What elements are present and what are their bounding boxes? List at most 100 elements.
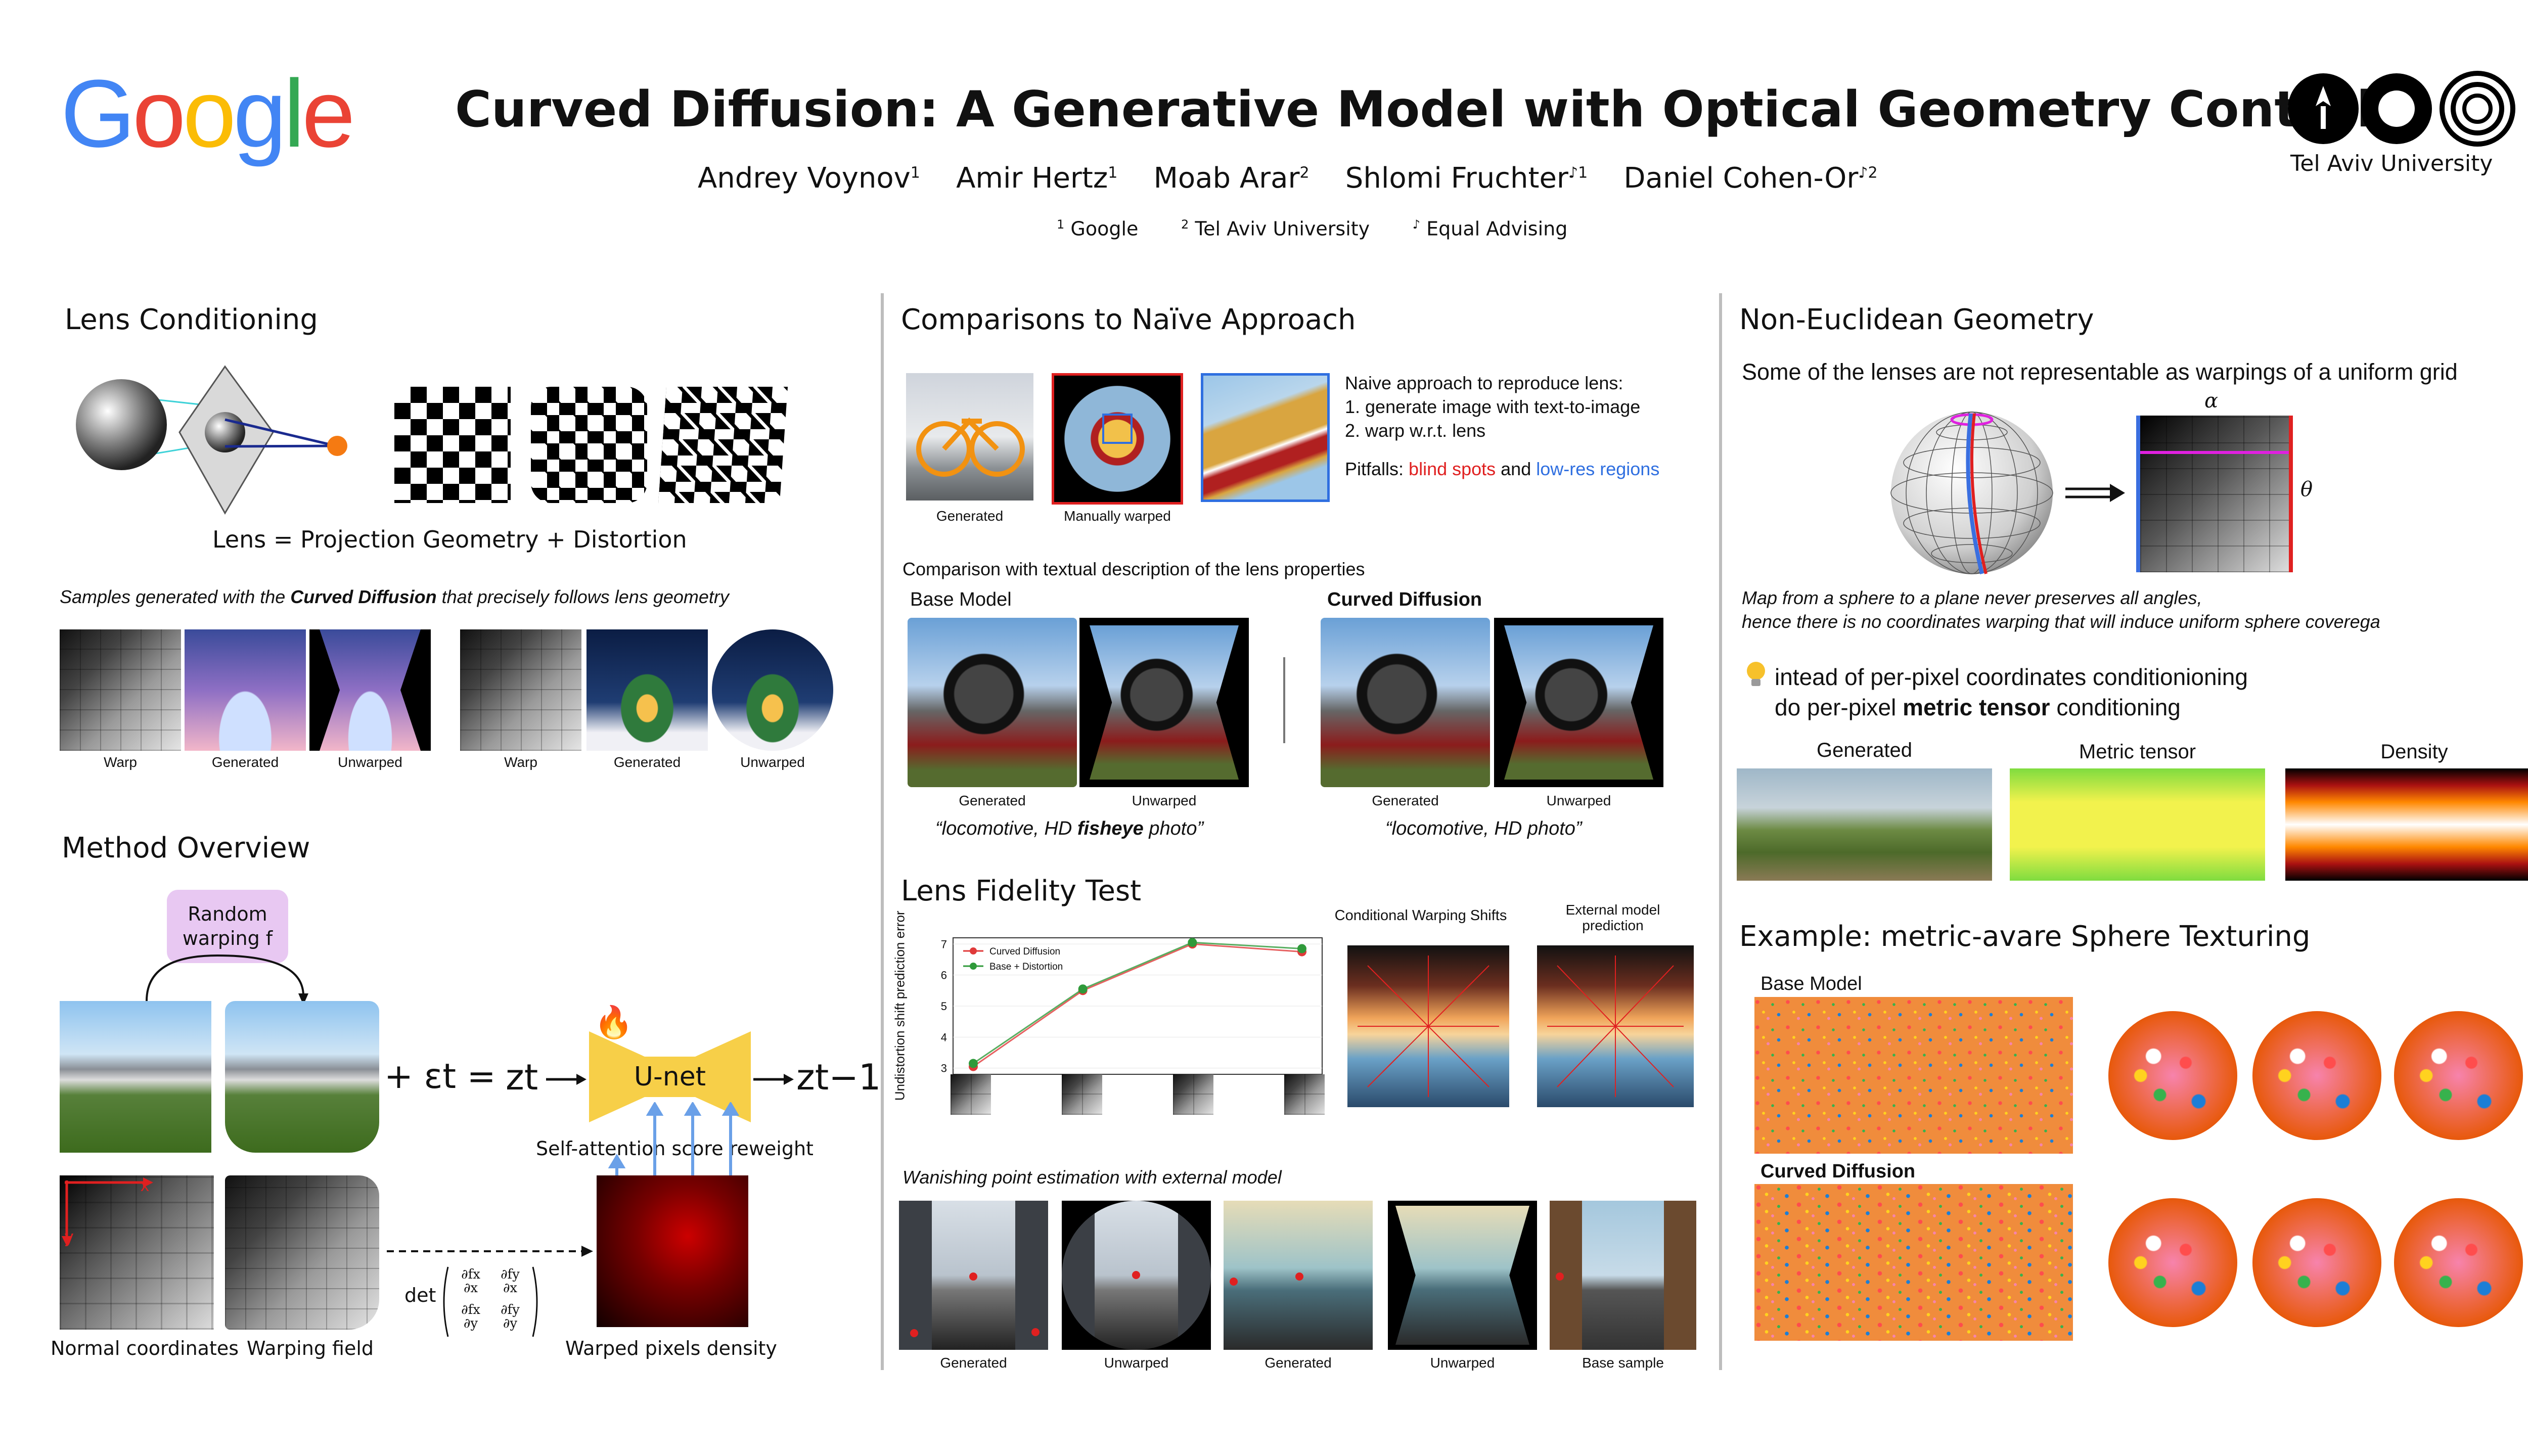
naive-warped-image	[1052, 373, 1183, 505]
naive-label-warped: Manually warped	[1064, 508, 1171, 524]
author-1: Andrey Voynov1	[698, 162, 920, 195]
method-warped-image	[225, 1001, 379, 1153]
prompt-plain: “locomotive, HD photo”	[1385, 818, 1582, 839]
vanishing-label-2: Unwarped	[1104, 1355, 1169, 1371]
vanishing-base-sample	[1550, 1201, 1696, 1350]
panel-label-generated: Generated	[1816, 739, 1913, 761]
base-sphere-3	[2394, 1011, 2523, 1140]
naive-zoom-image	[1201, 373, 1330, 502]
vanishing-unwarped-1	[1062, 1201, 1211, 1350]
lens-conditioning-title: Lens Conditioning	[65, 303, 318, 336]
naive-comparison-title: Comparisons to Naïve Approach	[901, 303, 1356, 336]
theta-label: θ	[2300, 478, 2313, 501]
plus-epsilon: + εt =	[384, 1057, 496, 1097]
sphere-map-note: Map from a sphere to a plane never prese…	[1742, 587, 2380, 632]
chart-legend-label: Base + Distortion	[989, 962, 1063, 972]
chart-ytick-label: 5	[941, 1000, 947, 1013]
textual-comparison-title: Comparison with textual description of t…	[902, 559, 1365, 579]
sample-unwarped-2	[712, 629, 833, 751]
chart-point	[1297, 944, 1306, 953]
sphere-diagram	[1886, 399, 2058, 576]
texturing-curved-label: Curved Diffusion	[1760, 1161, 1916, 1182]
alpha-label: α	[2204, 389, 2219, 413]
dashed-arrow	[387, 1244, 594, 1259]
zt-minus-1-label: zt−1	[796, 1057, 881, 1098]
base-model-label: Base Model	[910, 589, 1012, 610]
tau-label: Tel Aviv University	[2290, 151, 2493, 176]
author-5: Daniel Cohen-Or♪2	[1623, 162, 1878, 195]
column-divider-1	[881, 293, 884, 1370]
checker-image-3	[658, 387, 788, 503]
lens-equation-caption: Lens = Projection Geometry + Distortion	[212, 526, 687, 553]
pair-separator	[1283, 657, 1285, 743]
arrow-to-unet	[546, 1072, 586, 1087]
vanishing-label-3: Generated	[1265, 1355, 1332, 1371]
vanishing-label-4: Unwarped	[1430, 1355, 1495, 1371]
unet-label: U-net	[634, 1062, 706, 1092]
pair-label-1: Generated	[959, 793, 1026, 808]
curved-sphere-2	[2252, 1198, 2381, 1327]
curved-sphere-3	[2394, 1198, 2523, 1327]
sample-warp-2	[460, 629, 581, 751]
sample-generated-1	[185, 629, 306, 751]
chart-point	[969, 1059, 978, 1068]
base-sphere-2	[2252, 1011, 2381, 1140]
panel-generated-image	[1737, 768, 1992, 881]
author-4: Shlomi Fruchter♪1	[1345, 162, 1588, 195]
jacobian-matrix: ∂fx ∂x ∂fy ∂x ∂fx ∂y ∂fy ∂y	[440, 1264, 541, 1340]
axis-x-label: x	[141, 1176, 149, 1195]
sphere-texturing-title: Example: metric-avare Sphere Texturing	[1739, 920, 2311, 953]
chart-x-thumbnails	[951, 1074, 1335, 1117]
warped-density-image	[597, 1175, 748, 1327]
axis-y-label: y	[65, 1227, 73, 1247]
vanishing-point-title: Wanishing point estimation with external…	[902, 1167, 1282, 1188]
arrow-from-unet	[753, 1072, 794, 1087]
vanishing-label-5: Base sample	[1582, 1355, 1664, 1371]
panel-label-density: Density	[2380, 741, 2448, 763]
chart-legend-marker	[970, 947, 977, 954]
chart-ytick-label: 3	[941, 1062, 947, 1075]
warp-arrow	[131, 935, 324, 1006]
sample-label-unwarped-1: Unwarped	[338, 754, 402, 770]
naive-steps: Naive approach to reproduce lens: 1. gen…	[1345, 373, 1660, 480]
sample-label-warp-1: Warp	[104, 754, 137, 770]
pair-label-4: Unwarped	[1546, 793, 1611, 808]
cond-warping-label: Conditional Warping Shifts	[1334, 907, 1507, 924]
author-2: Amir Hertz1	[956, 162, 1118, 195]
vanishing-label-1: Generated	[940, 1355, 1007, 1371]
affiliations-line: 1 Google 2 Tel Aviv University ♪ Equal A…	[1057, 217, 1568, 240]
authors-line: Andrey Voynov1 Amir Hertz1 Moab Arar2 Sh…	[698, 162, 1878, 195]
det-label: det	[404, 1284, 436, 1306]
chart-point	[1188, 938, 1197, 947]
curved-sphere-1	[2108, 1198, 2237, 1327]
naive-label-generated: Generated	[936, 508, 1004, 524]
sample-warp-1	[60, 629, 181, 751]
warping-field-image	[225, 1175, 379, 1330]
lightbulb-icon	[1743, 660, 1769, 690]
base-unwarped-image	[1079, 618, 1249, 787]
author-3: Moab Arar2	[1153, 162, 1310, 195]
base-generated-image	[908, 618, 1077, 787]
sample-label-generated-2: Generated	[613, 754, 681, 770]
samples-caption: Samples generated with the Curved Diffus…	[60, 586, 729, 607]
vanishing-unwarped-2	[1388, 1201, 1537, 1350]
curved-unwarped-image	[1494, 618, 1663, 787]
plane-grid-image	[2136, 416, 2293, 572]
label-warping-field: Warping field	[247, 1337, 374, 1359]
google-logo: Google	[61, 60, 355, 167]
chart-ytick-label: 6	[941, 969, 947, 982]
chart-ytick-label: 7	[941, 938, 947, 950]
texturing-base-image	[1754, 997, 2073, 1154]
panel-density-image	[2285, 768, 2528, 881]
curved-generated-image	[1321, 618, 1490, 787]
texturing-curved-image	[1754, 1184, 2073, 1341]
external-model-label: External model prediction	[1565, 902, 1660, 933]
poster-title: Curved Diffusion: A Generative Model wit…	[455, 81, 2374, 139]
external-model-image	[1537, 945, 1694, 1107]
vanishing-generated-2	[1224, 1201, 1373, 1350]
zt-label: zt	[506, 1057, 538, 1098]
checker-image-1	[394, 387, 511, 503]
method-input-image	[60, 1001, 211, 1153]
label-warped-density: Warped pixels density	[565, 1337, 777, 1359]
label-normal-coordinates: Normal coordinates	[51, 1337, 239, 1359]
